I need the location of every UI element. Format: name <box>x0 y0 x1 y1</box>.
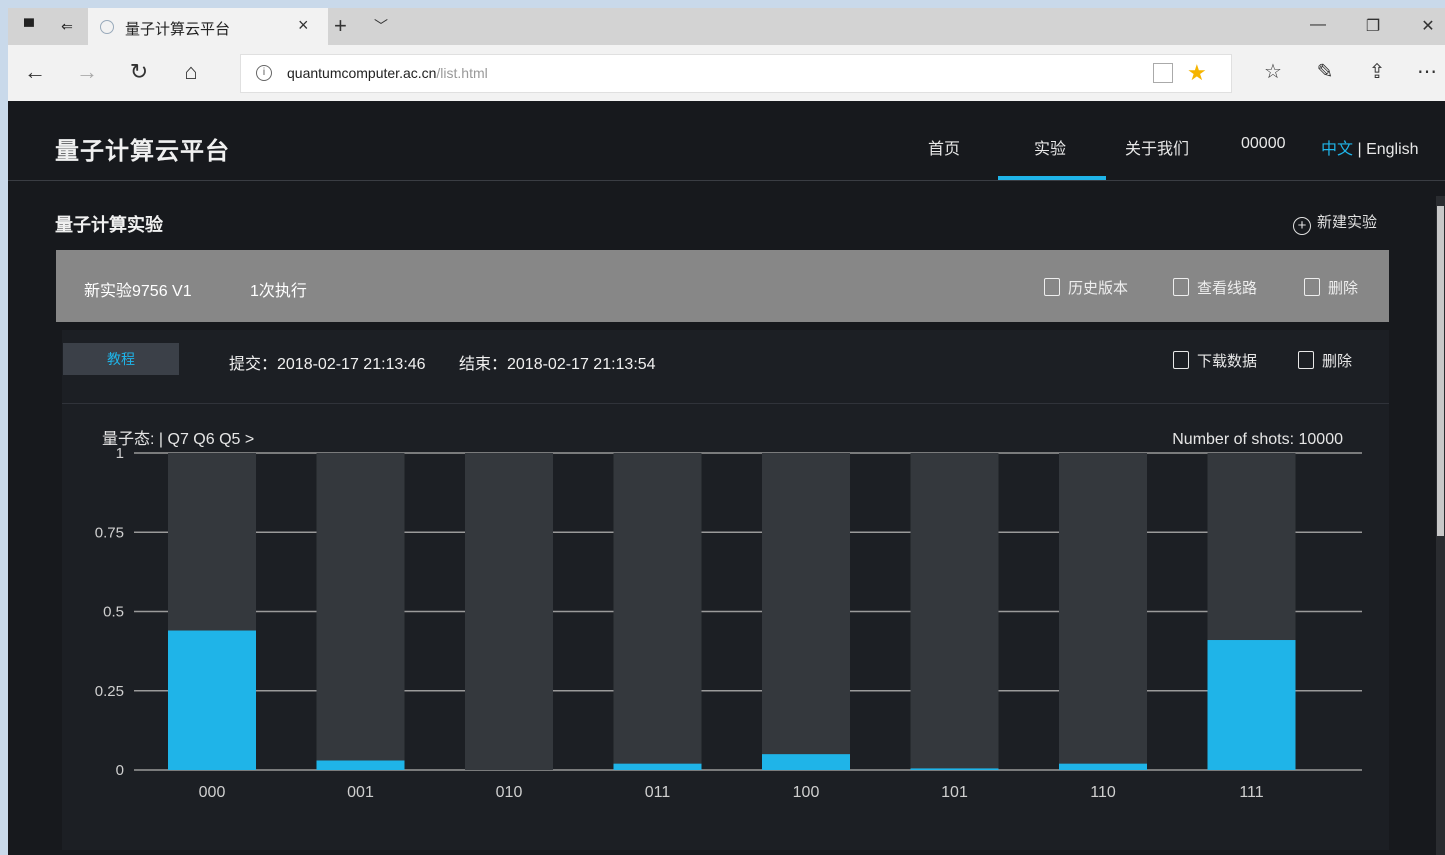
x-tick-label: 100 <box>793 784 820 801</box>
x-tick-label: 111 <box>1239 784 1263 801</box>
x-tick-label: 010 <box>496 784 523 801</box>
y-tick-label: 0.75 <box>95 524 124 541</box>
probability-chart: 量子态: | Q7 Q6 Q5 > Number of shots: 10000 0… <box>95 430 1362 801</box>
history-icon <box>1044 278 1060 296</box>
edit-icon <box>1173 278 1189 296</box>
x-tick-label: 101 <box>941 784 968 801</box>
window-close-icon[interactable]: ✕ <box>1413 16 1443 36</box>
view-circuit-label: 查看线路 <box>1197 280 1258 297</box>
nav-about[interactable]: 关于我们 <box>1125 135 1189 159</box>
nav-experiments[interactable]: 实验 <box>1034 135 1066 159</box>
bar <box>762 754 850 770</box>
site-header: 量子计算云平台 首页 实验 关于我们 00000 中文 | English <box>8 101 1445 181</box>
url-text[interactable]: quantumcomputer.ac.cn/list.html <box>287 65 488 81</box>
bar <box>613 763 702 770</box>
submit-time: 提交：2018-02-17 21:13:46 <box>229 356 426 373</box>
pen-icon[interactable]: ✎ <box>1310 59 1340 84</box>
url-host: quantumcomputer.ac.cn <box>287 65 437 81</box>
nav-home[interactable]: 首页 <box>928 135 960 159</box>
history-label: 历史版本 <box>1068 280 1129 297</box>
tab-favicon-icon <box>100 20 114 34</box>
browser-window: ▀ ⇐ 量子计算云平台 × + ﹀ — ❐ ✕ ← → ↻ ⌂ i quantu… <box>8 8 1445 855</box>
shots-label: Number of shots: 10000 <box>1172 431 1343 448</box>
status-badge: 教程 <box>63 343 179 375</box>
trash-icon <box>1304 278 1320 296</box>
bar-track <box>910 453 999 770</box>
lang-zh-link[interactable]: 中文 <box>1321 141 1353 158</box>
favorite-star-icon[interactable]: ★ <box>1187 60 1207 86</box>
new-experiment-label: 新建实验 <box>1317 214 1378 231</box>
tab-close-icon[interactable]: × <box>298 15 309 36</box>
restore-icon[interactable]: ❐ <box>1358 16 1388 36</box>
minimize-icon[interactable]: — <box>1303 16 1333 34</box>
tab-actions-icon[interactable]: ▀ <box>20 18 38 34</box>
language-switch: 中文 | English <box>1321 135 1419 159</box>
browser-tab[interactable]: 量子计算云平台 × <box>88 8 328 45</box>
y-tick-label: 0.25 <box>95 683 124 700</box>
lang-en-link[interactable]: English <box>1366 141 1418 158</box>
chart-title: 量子态: | Q7 Q6 Q5 > <box>102 430 254 448</box>
scrollbar[interactable] <box>1436 196 1445 855</box>
lang-separator: | <box>1357 141 1362 158</box>
bar <box>1207 640 1296 770</box>
tab-title: 量子计算云平台 <box>125 21 231 38</box>
site-logo-title[interactable]: 量子计算云平台 <box>55 131 230 166</box>
info-icon[interactable]: i <box>256 65 272 81</box>
bar-track <box>316 453 405 770</box>
x-tick-label: 110 <box>1090 784 1116 801</box>
bar-track <box>613 453 702 770</box>
y-tick-label: 1 <box>116 445 124 462</box>
new-experiment-button[interactable]: + 新建实验 <box>1293 211 1377 235</box>
address-row: ← → ↻ ⌂ i quantumcomputer.ac.cn/list.htm… <box>8 45 1445 101</box>
back-icon[interactable]: ← <box>20 59 50 85</box>
bar-track <box>762 453 850 770</box>
bar-track <box>465 453 553 770</box>
download-icon <box>1173 351 1189 369</box>
active-nav-indicator <box>998 176 1106 180</box>
favorites-list-icon[interactable]: ☆ <box>1258 59 1288 84</box>
refresh-icon[interactable]: ↻ <box>124 59 154 85</box>
delete-run-label: 删除 <box>1322 353 1353 370</box>
url-path: /list.html <box>436 65 488 81</box>
delete-experiment-button[interactable]: 删除 <box>1304 277 1358 298</box>
new-tab-icon[interactable]: + <box>334 13 347 39</box>
reading-view-icon[interactable] <box>1153 63 1173 83</box>
set-aside-tabs-icon[interactable]: ⇐ <box>58 18 76 34</box>
address-bar[interactable]: i quantumcomputer.ac.cn/list.html ★ <box>240 54 1232 93</box>
delete-label: 删除 <box>1328 280 1359 297</box>
experiment-header-bar[interactable]: 新实验9756 V1 1次执行 历史版本 查看线路 删除 <box>56 250 1389 322</box>
scrollbar-thumb[interactable] <box>1437 206 1444 536</box>
end-time: 结束：2018-02-17 21:13:54 <box>459 356 656 373</box>
bar <box>910 768 999 770</box>
experiment-name: 新实验9756 V1 <box>84 283 192 300</box>
x-tick-label: 011 <box>645 784 671 801</box>
delete-run-button[interactable]: 删除 <box>1298 350 1352 371</box>
more-icon[interactable]: ⋯ <box>1412 59 1442 84</box>
trash-icon <box>1298 351 1314 369</box>
section-title: 量子计算实验 <box>55 215 163 235</box>
plus-circle-icon: + <box>1293 217 1311 235</box>
download-data-button[interactable]: 下载数据 <box>1173 350 1257 371</box>
bar-track <box>1059 453 1147 770</box>
share-icon[interactable]: ⇪ <box>1362 59 1392 84</box>
history-versions-button[interactable]: 历史版本 <box>1044 277 1128 298</box>
y-tick-label: 0.5 <box>103 604 124 621</box>
view-circuit-button[interactable]: 查看线路 <box>1173 277 1257 298</box>
forward-icon[interactable]: → <box>72 59 102 85</box>
bar <box>1059 763 1147 770</box>
download-label: 下载数据 <box>1197 353 1258 370</box>
experiment-run-count: 1次执行 <box>250 283 307 300</box>
bar <box>316 760 405 770</box>
home-icon[interactable]: ⌂ <box>176 59 206 85</box>
chevron-down-icon[interactable]: ﹀ <box>374 16 388 36</box>
x-tick-label: 001 <box>347 784 374 801</box>
y-tick-label: 0 <box>116 762 124 779</box>
nav-user[interactable]: 00000 <box>1241 135 1286 153</box>
tab-strip: ▀ ⇐ 量子计算云平台 × + ﹀ — ❐ ✕ <box>8 8 1445 45</box>
bar <box>168 630 256 770</box>
x-tick-label: 000 <box>199 784 226 801</box>
